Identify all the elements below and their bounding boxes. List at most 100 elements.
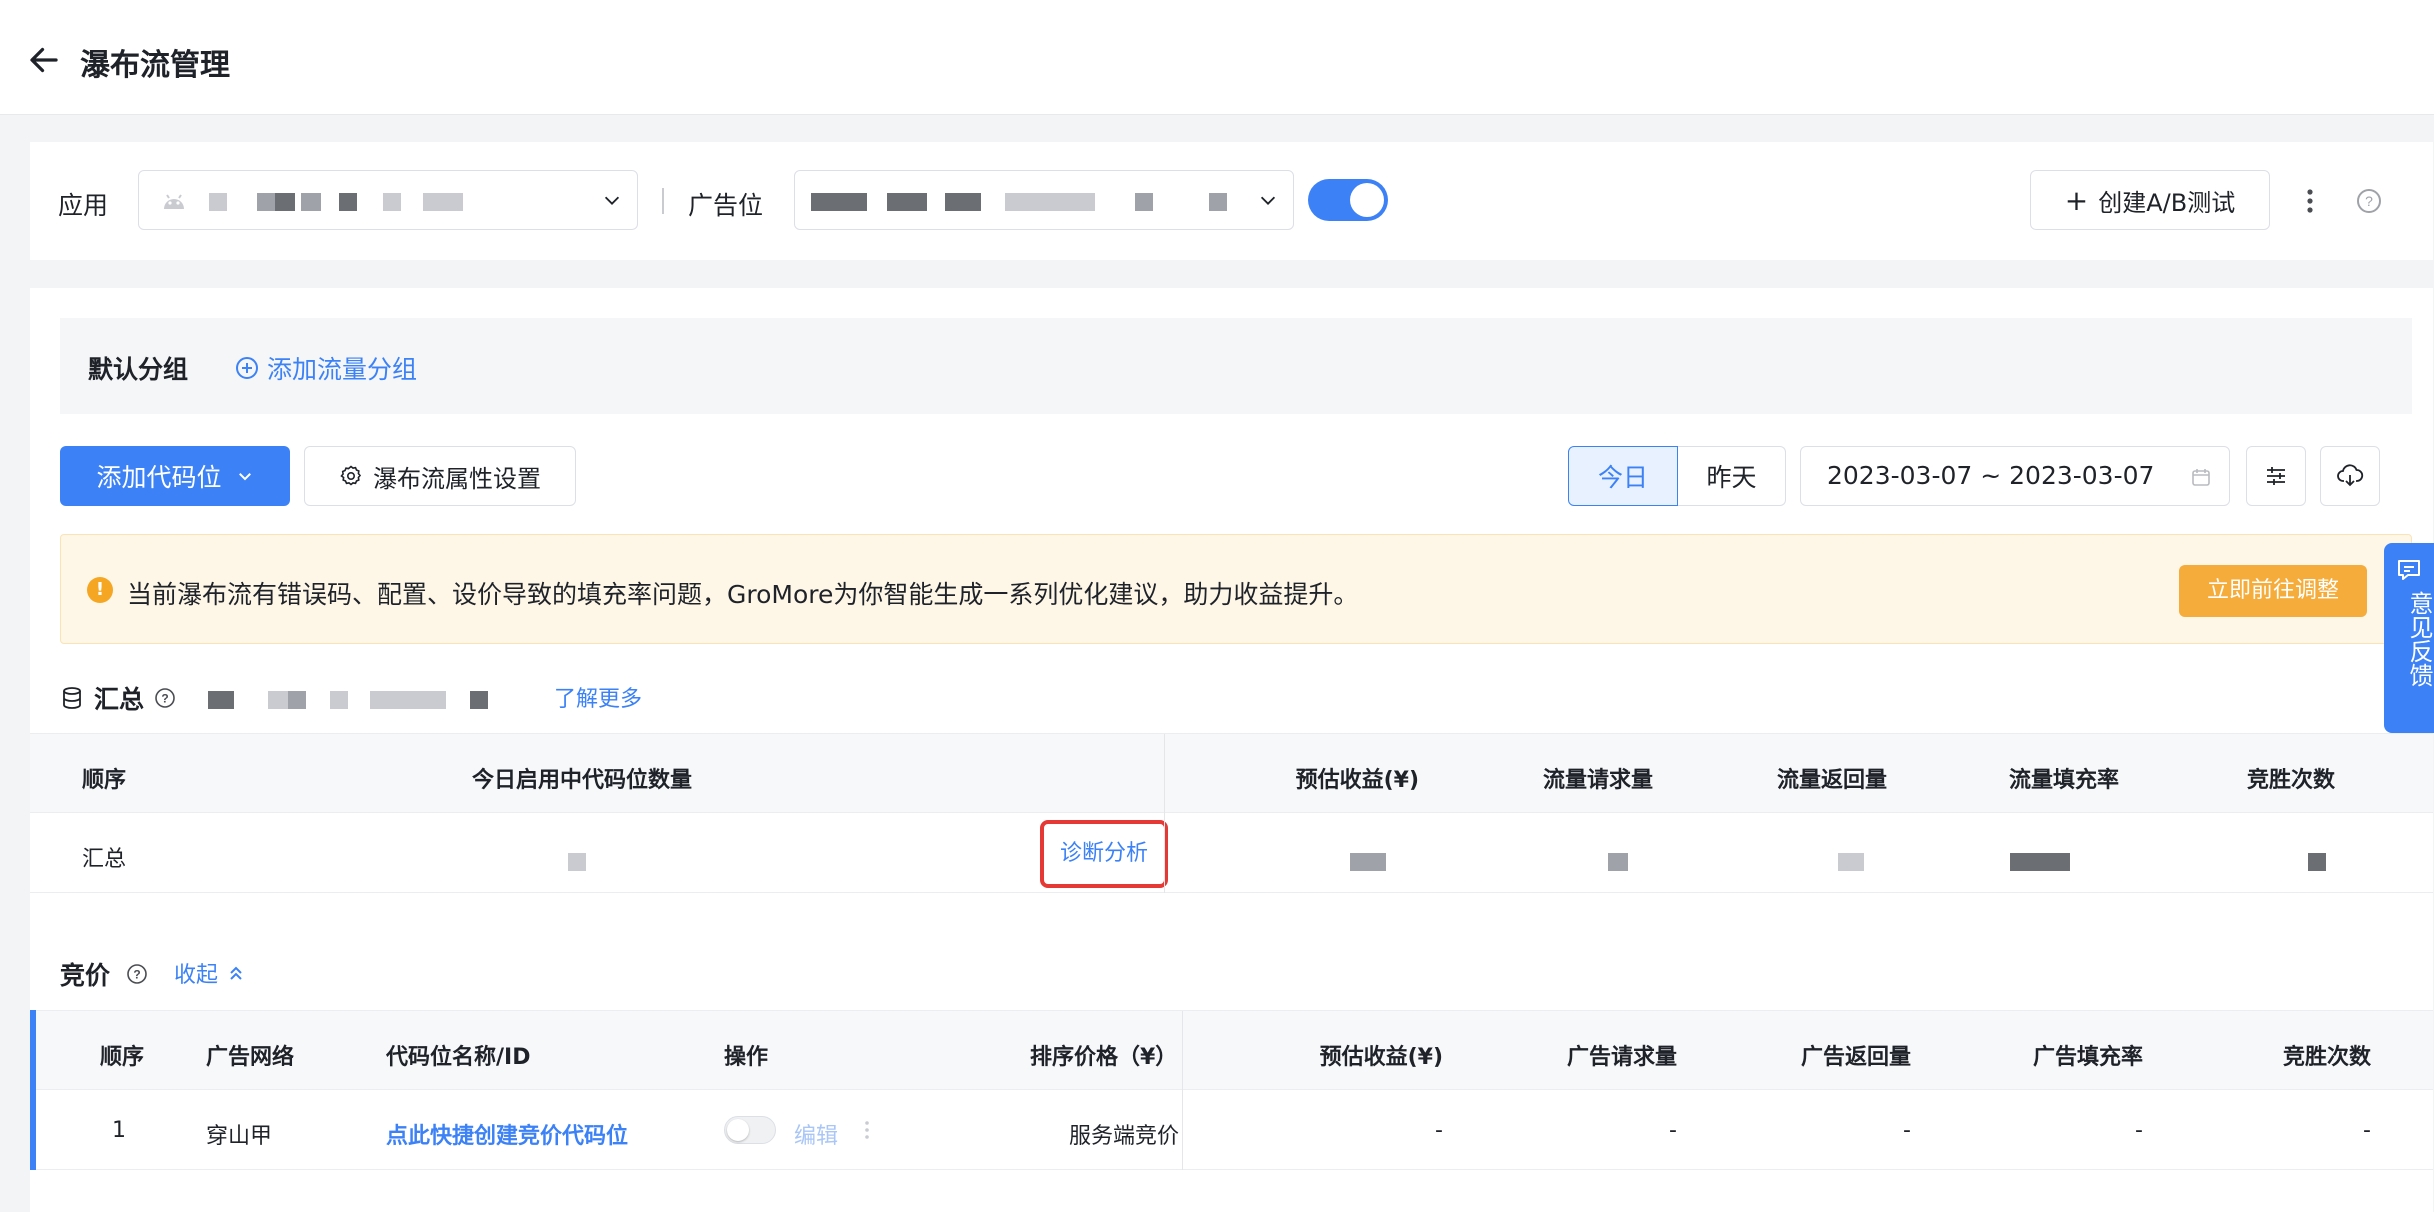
sliders-icon (2267, 467, 2285, 485)
row-enable-toggle[interactable] (724, 1116, 776, 1144)
summary-table-header: 顺序 今日启用中代码位数量 预估收益(¥) 流量请求量 流量返回量 流量填充率 … (30, 733, 2433, 814)
page-header: 瀑布流管理 (0, 0, 2434, 115)
column-settings-button[interactable] (2246, 446, 2306, 506)
diagnose-button[interactable]: 诊断分析 (1040, 820, 1168, 888)
col-actions: 操作 (724, 1045, 769, 1070)
redacted-text (257, 193, 275, 211)
page-title: 瀑布流管理 (80, 48, 230, 83)
redacted-text (268, 691, 288, 709)
optimization-alert: ! 当前瀑布流有错误码、配置、设价导致的填充率问题，GroMore为你智能生成一… (60, 534, 2412, 644)
chevron-double-up-icon (230, 966, 242, 980)
summary-title: 汇总 (94, 685, 145, 714)
collapse-toggle[interactable]: 收起 (174, 957, 246, 989)
chevron-down-icon (604, 196, 620, 205)
add-group-label: 添加流量分组 (267, 355, 418, 384)
col-returns: 流量返回量 (1776, 768, 1887, 793)
redacted-text (1005, 193, 1095, 211)
date-range-picker[interactable]: 2023-03-07 ~ 2023-03-07 (1800, 446, 2230, 506)
row-ad-returns: - (1903, 1118, 1911, 1143)
create-ab-test-button[interactable]: + 创建A/B测试 (2030, 170, 2270, 230)
col-active-count: 今日启用中代码位数量 (472, 768, 693, 793)
redacted-text (383, 193, 401, 211)
download-button[interactable] (2320, 446, 2380, 506)
col-revenue: 预估收益(¥) (1295, 768, 1419, 793)
bidding-table-header: 顺序 广告网络 代码位名称/ID 操作 排序价格（¥） 预估收益(¥) 广告请求… (36, 1010, 2433, 1091)
redacted-text (428, 691, 446, 709)
redacted-value (1350, 853, 1386, 871)
chevron-down-icon (238, 473, 251, 481)
plus-circle-icon (236, 357, 258, 379)
help-icon[interactable]: ? (2356, 188, 2382, 214)
divider (662, 188, 664, 214)
redacted-value (1838, 853, 1864, 871)
svg-text:?: ? (133, 968, 140, 982)
waterfall-settings-label: 瀑布流属性设置 (373, 464, 541, 493)
chevron-down-icon (1260, 196, 1276, 205)
row-order: 1 (112, 1118, 126, 1143)
redacted-text (288, 691, 306, 709)
redacted-value (2010, 853, 2070, 871)
tab-yesterday[interactable]: 昨天 (1678, 446, 1786, 506)
back-arrow-icon[interactable] (26, 42, 62, 78)
more-vertical-icon[interactable] (2300, 186, 2320, 216)
gear-icon (340, 465, 362, 486)
go-adjust-button[interactable]: 立即前往调整 (2179, 565, 2367, 617)
redacted-text (887, 193, 927, 211)
svg-text:?: ? (2365, 193, 2373, 209)
column-divider (1182, 1011, 1183, 1091)
group-bar: 默认分组 添加流量分组 (60, 318, 2412, 414)
learn-more-link[interactable]: 了解更多 (554, 681, 642, 713)
col-wins: 竞胜次数 (2282, 1045, 2371, 1070)
create-ab-test-label: 创建A/B测试 (2098, 188, 2236, 217)
app-label: 应用 (58, 191, 109, 220)
add-group-button[interactable]: 添加流量分组 (235, 350, 417, 386)
redacted-text (1209, 193, 1227, 211)
row-edit-link[interactable]: 编辑 (794, 1118, 838, 1150)
chat-icon (2398, 560, 2420, 580)
quick-create-bid-link[interactable]: 点此快捷创建竞价代码位 (386, 1118, 628, 1150)
tab-today[interactable]: 今日 (1568, 446, 1678, 506)
row-network: 穿山甲 (206, 1124, 273, 1149)
column-divider (1164, 734, 1165, 814)
table-row: 1 穿山甲 点此快捷创建竞价代码位 编辑 服务端竞价 - - - - - (36, 1090, 2433, 1170)
warning-icon: ! (87, 577, 113, 603)
column-divider (1164, 813, 1165, 893)
redacted-text (275, 193, 295, 211)
app-select[interactable] (138, 170, 638, 230)
waterfall-settings-button[interactable]: 瀑布流属性设置 (304, 446, 576, 506)
col-order: 顺序 (100, 1045, 145, 1070)
col-name-id: 代码位名称/ID (386, 1045, 531, 1070)
help-icon[interactable]: ? (126, 963, 148, 985)
calendar-icon (2192, 469, 2210, 486)
adslot-toggle[interactable] (1308, 179, 1388, 221)
help-icon[interactable]: ? (154, 687, 176, 709)
col-ad-fill-rate: 广告填充率 (2032, 1045, 2143, 1070)
more-vertical-icon[interactable] (862, 1118, 872, 1142)
feedback-label: 意见反馈 (2405, 591, 2433, 687)
adslot-select[interactable] (794, 170, 1294, 230)
date-range-value: 2023-03-07 ~ 2023-03-07 (1827, 461, 2155, 490)
row-ad-requests: - (1669, 1118, 1677, 1143)
redacted-text (370, 691, 430, 709)
redacted-value (568, 853, 586, 871)
plus-icon: + (2064, 183, 2089, 217)
redacted-text (301, 193, 321, 211)
summary-section-title: 汇总 ? (60, 680, 176, 716)
col-wins: 竞胜次数 (2246, 768, 2335, 793)
redacted-text (470, 691, 488, 709)
redacted-text (339, 193, 357, 211)
cloud-download-icon (2337, 464, 2364, 487)
svg-text:?: ? (161, 692, 168, 706)
row-revenue: - (1435, 1118, 1443, 1143)
feedback-tab[interactable]: 意见反馈 (2384, 543, 2434, 733)
col-sort-price: 排序价格（¥） (1030, 1045, 1178, 1070)
row-sort-price: 服务端竞价 (1068, 1124, 1179, 1149)
bidding-section-title: 竞价 ? (60, 956, 148, 992)
col-ad-returns: 广告返回量 (1800, 1045, 1911, 1070)
add-code-button[interactable]: 添加代码位 (60, 446, 290, 506)
col-order: 顺序 (82, 768, 127, 793)
redacted-text (1135, 193, 1153, 211)
summary-row-label: 汇总 (82, 847, 127, 872)
row-ad-fill-rate: - (2135, 1118, 2143, 1143)
redacted-value (1608, 853, 1628, 871)
